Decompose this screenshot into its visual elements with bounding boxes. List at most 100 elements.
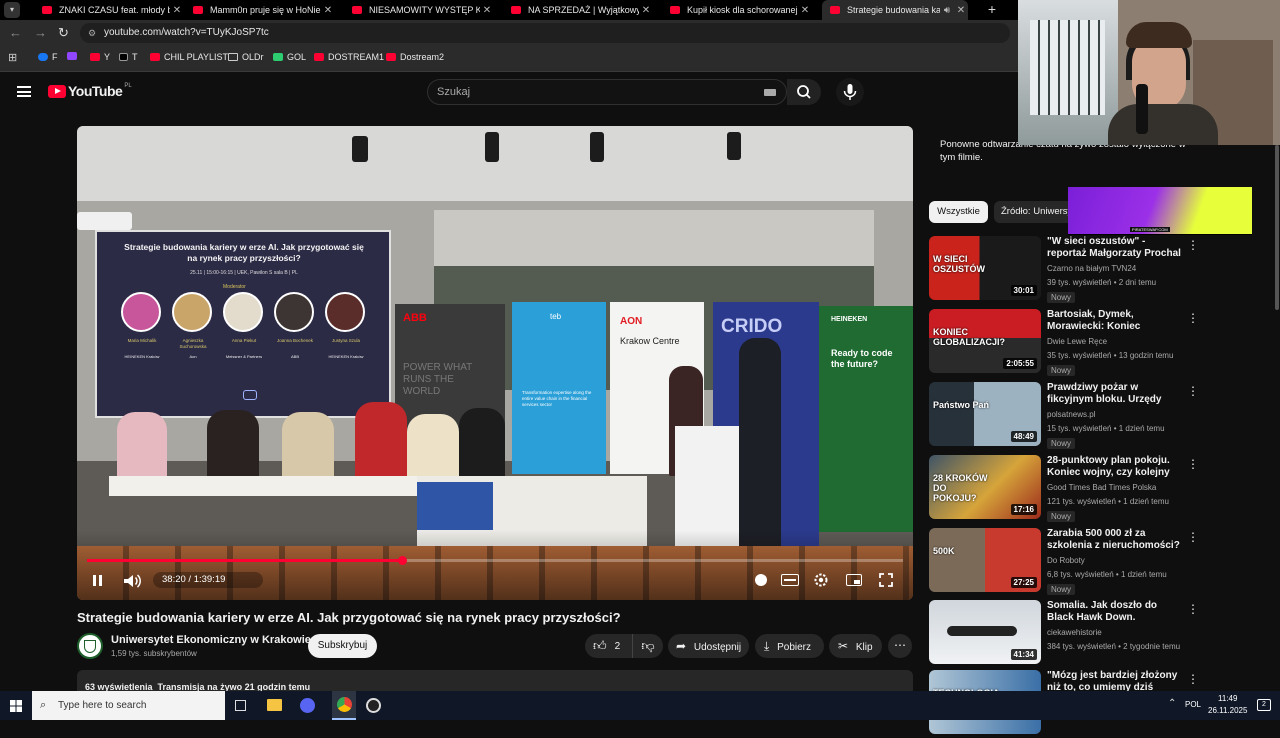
related-video-channel[interactable]: Dwie Lewe Ręce xyxy=(1047,337,1107,346)
more-vertical-icon[interactable]: ⋮ xyxy=(1187,457,1199,471)
apps-grid-icon[interactable]: ⊞ xyxy=(8,51,17,64)
back-icon[interactable]: ← xyxy=(9,25,22,40)
chrome-icon[interactable] xyxy=(332,691,356,720)
more-actions-button[interactable]: ⋯ xyxy=(888,634,912,658)
taskbar-search-input[interactable]: ⌕ Type here to search xyxy=(32,691,225,720)
subscribe-button[interactable]: Subskrybuj xyxy=(308,634,377,658)
task-view-icon[interactable] xyxy=(235,700,246,711)
more-vertical-icon[interactable]: ⋮ xyxy=(1187,384,1199,398)
bookmark-dostream2[interactable]: Dostream2 xyxy=(386,52,444,62)
related-video-channel[interactable]: Good Times Bad Times Polska xyxy=(1047,483,1156,492)
related-video-title[interactable]: 28-punktowy plan pokoju. Koniec wojny, c… xyxy=(1047,455,1183,479)
video-thumbnail[interactable]: 28 KROKÓW DO POKOJU? 17:16 xyxy=(929,455,1041,519)
notification-center-icon[interactable]: 2 xyxy=(1257,699,1271,711)
volume-button[interactable] xyxy=(121,572,143,590)
bookmark-twitch[interactable] xyxy=(67,52,81,60)
subtitles-button[interactable] xyxy=(781,574,799,586)
menu-hamburger-icon[interactable] xyxy=(17,86,31,97)
tray-chevron-icon[interactable]: ⌃ xyxy=(1168,698,1176,709)
search-input[interactable]: Szukaj xyxy=(427,79,787,105)
video-thumbnail[interactable]: W SIECI OSZUSTÓW 30:01 xyxy=(929,236,1041,300)
audio-playing-icon[interactable]: 🔊︎ xyxy=(940,5,954,16)
more-vertical-icon[interactable]: ⋮ xyxy=(1187,311,1199,325)
bookmark-folder-old[interactable]: OLDr xyxy=(228,52,264,62)
browser-tab[interactable]: ZNAKI CZASU feat. młody będę✕ xyxy=(34,0,184,20)
site-info-icon[interactable]: ⚙ xyxy=(88,23,96,43)
keyboard-icon[interactable] xyxy=(764,89,776,96)
related-video-card[interactable]: 28 KROKÓW DO POKOJU? 17:16 28-punktowy pla… xyxy=(929,455,1259,523)
file-explorer-icon[interactable] xyxy=(267,699,282,711)
clip-button[interactable]: ✂ Klip xyxy=(829,634,882,658)
browser-tab[interactable]: Strategie budowania kariery🔊︎✕ xyxy=(822,0,968,20)
bookmark-y[interactable]: Y xyxy=(90,52,110,62)
fullscreen-button[interactable] xyxy=(878,572,894,588)
related-video-title[interactable]: Bartosiak, Dymek, Morawiecki: Koniec glo… xyxy=(1047,309,1183,333)
tab-close-icon[interactable]: ✕ xyxy=(954,5,968,16)
browser-tab[interactable]: Mamm0n pruje się w HoNie, pr✕ xyxy=(185,0,335,20)
video-player[interactable]: Strategie budowania kariery w erze AI. J… xyxy=(77,126,913,600)
start-button[interactable] xyxy=(10,699,22,712)
chip-all[interactable]: Wszystkie xyxy=(929,201,988,223)
channel-name[interactable]: Uniwersytet Ekonomiczny w Krakowie xyxy=(111,634,311,646)
tab-close-icon[interactable]: ✕ xyxy=(639,5,653,16)
progress-scrubber[interactable] xyxy=(397,556,407,565)
bookmark-gol[interactable]: GOL xyxy=(273,52,306,62)
like-button[interactable]: 👍︎ 2 xyxy=(585,634,630,658)
bookmark-t[interactable]: T xyxy=(119,52,138,62)
clock-time[interactable]: 11:49 xyxy=(1218,694,1237,703)
progress-bar[interactable] xyxy=(87,556,903,565)
video-thumbnail[interactable]: Państwo Pań 48:49 xyxy=(929,382,1041,446)
related-video-card[interactable]: 41:34 Somalia. Jak doszło do Black Hawk D… xyxy=(929,600,1259,668)
channel-avatar[interactable] xyxy=(77,633,103,659)
miniplayer-button[interactable] xyxy=(846,574,862,586)
forward-icon[interactable]: → xyxy=(34,25,47,40)
related-video-card[interactable]: W SIECI OSZUSTÓW 30:01 "W sieci oszustów" … xyxy=(929,236,1259,304)
browser-tab[interactable]: Kupił kiosk dla schorowanej żo ✕ xyxy=(662,0,812,20)
download-button[interactable]: ⤓ Pobierz xyxy=(755,634,824,658)
bookmark-chil-playlist[interactable]: CHIL PLAYLIST xyxy=(150,52,228,62)
video-thumbnail[interactable]: 500K 27:25 xyxy=(929,528,1041,592)
language-indicator[interactable]: POL xyxy=(1185,700,1201,709)
browser-tab[interactable]: NIESAMOWITY WYSTĘP KOCHA✕ xyxy=(344,0,494,20)
settings-button[interactable] xyxy=(813,572,829,588)
obs-icon[interactable] xyxy=(366,698,381,713)
video-thumbnail[interactable]: 41:34 xyxy=(929,600,1041,664)
video-thumbnail[interactable]: KONIEC GLOBALIZACJI? 2:05:55 xyxy=(929,309,1041,373)
more-vertical-icon[interactable]: ⋮ xyxy=(1187,238,1199,252)
related-video-channel[interactable]: Czarno na białym TVN24 xyxy=(1047,264,1136,273)
voice-search-button[interactable] xyxy=(836,78,864,106)
related-video-title[interactable]: "W sieci oszustów" - reportaż Małgorzaty… xyxy=(1047,236,1183,260)
youtube-logo[interactable]: YouTube PL xyxy=(48,83,132,99)
tab-close-icon[interactable]: ✕ xyxy=(170,5,184,16)
related-video-channel[interactable]: ciekawehistorie xyxy=(1047,628,1102,637)
chip-source[interactable]: Źródło: Uniwersy xyxy=(994,201,1076,223)
related-video-card[interactable]: 500K 27:25 Zarabia 500 000 zł za szkolenia… xyxy=(929,528,1259,596)
search-button[interactable] xyxy=(787,79,821,105)
related-video-channel[interactable]: polsatnews.pl xyxy=(1047,410,1095,419)
new-tab-button[interactable]: + xyxy=(984,1,1000,17)
autoplay-toggle[interactable] xyxy=(749,573,773,587)
share-button[interactable]: ➦ Udostępnij xyxy=(668,634,749,658)
clock-date[interactable]: 26.11.2025 xyxy=(1208,706,1247,715)
bookmark-dostream1[interactable]: DOSTREAM1 xyxy=(314,52,384,62)
address-bar[interactable]: ⚙ youtube.com/watch?v=TUyKJoSP7tc xyxy=(80,23,1010,43)
tab-search-button[interactable]: ▾ xyxy=(4,2,20,18)
reload-icon[interactable]: ↻ xyxy=(58,25,69,41)
more-vertical-icon[interactable]: ⋮ xyxy=(1187,530,1199,544)
more-vertical-icon[interactable]: ⋮ xyxy=(1187,602,1199,616)
sidebar-scrollbar[interactable] xyxy=(1275,145,1279,310)
bookmark-f[interactable]: F xyxy=(38,52,58,62)
tab-close-icon[interactable]: ✕ xyxy=(321,5,335,16)
tab-close-icon[interactable]: ✕ xyxy=(798,5,812,16)
related-video-card[interactable]: KONIEC GLOBALIZACJI? 2:05:55 Bartosiak, Dy… xyxy=(929,309,1259,377)
more-vertical-icon[interactable]: ⋮ xyxy=(1187,672,1199,686)
tab-close-icon[interactable]: ✕ xyxy=(480,5,494,16)
discord-icon[interactable] xyxy=(300,698,315,713)
related-video-title[interactable]: Zarabia 500 000 zł za szkolenia z nieruc… xyxy=(1047,528,1183,552)
related-video-title[interactable]: Prawdziwy pożar w fikcyjnym bloku. Urzęd… xyxy=(1047,382,1183,406)
pause-button[interactable] xyxy=(91,574,105,588)
related-video-title[interactable]: Somalia. Jak doszło do Black Hawk Down. xyxy=(1047,600,1183,624)
related-video-channel[interactable]: Do Roboty xyxy=(1047,556,1085,565)
dislike-button[interactable]: 👎︎ xyxy=(632,634,663,658)
browser-tab[interactable]: NA SPRZEDAŻ | Wyjątkowy apa✕ xyxy=(503,0,653,20)
